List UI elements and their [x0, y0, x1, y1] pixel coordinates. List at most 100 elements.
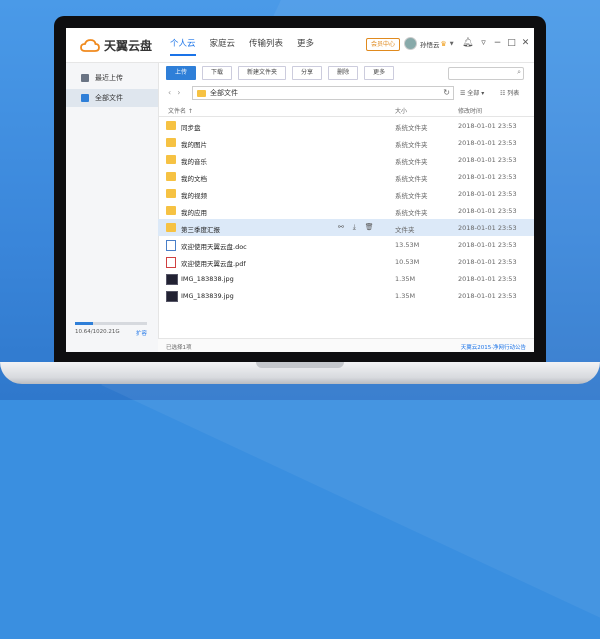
sidebar-item-label: 全部文件: [95, 94, 123, 102]
nav-personal-cloud[interactable]: 个人云: [170, 37, 196, 56]
file-size: 系统文件夹: [395, 209, 428, 217]
sidebar-item-recent-uploads[interactable]: 最近上传: [66, 69, 158, 87]
minimize-icon[interactable]: −: [492, 38, 503, 49]
file-name: IMG_183838.jpg: [181, 275, 234, 283]
column-size[interactable]: 大小: [395, 106, 407, 115]
maximize-icon[interactable]: □: [506, 38, 517, 49]
sidebar: 最近上传 全部文件 10.64/1020.21G 扩容: [66, 63, 159, 352]
file-row[interactable]: 我的图片 系统文件夹 2018-01-01 23:53: [158, 134, 534, 151]
file-date: 2018-01-01 23:53: [458, 258, 517, 266]
share-button[interactable]: 分享: [292, 66, 323, 80]
file-name: 我的应用: [181, 209, 207, 217]
file-size: 13.53M: [395, 241, 420, 249]
upload-button[interactable]: 上传: [166, 66, 197, 80]
sync-folder-icon: [166, 121, 176, 130]
nav-family-cloud[interactable]: 家庭云: [210, 37, 236, 56]
file-name: 第三季度汇报: [181, 226, 220, 234]
file-date: 2018-01-01 23:53: [458, 190, 517, 198]
file-size: 系统文件夹: [395, 158, 428, 166]
announcement-link[interactable]: 天翼云2015·净网行动公告: [461, 343, 526, 351]
breadcrumb[interactable]: 全部文件 ↻: [192, 86, 454, 100]
quota-text: 10.64/1020.21G: [75, 329, 120, 335]
file-row[interactable]: 同步盘 系统文件夹 2018-01-01 23:53: [158, 117, 534, 134]
file-row[interactable]: 我的音乐 系统文件夹 2018-01-01 23:53: [158, 151, 534, 168]
file-size: 系统文件夹: [395, 192, 428, 200]
sidebar-item-all-files[interactable]: 全部文件: [66, 89, 158, 107]
pdf-file-icon: [166, 257, 176, 268]
file-name: 我的视频: [181, 192, 207, 200]
row-actions: ⚯ ⤓ 🗑︎: [338, 223, 374, 232]
file-row[interactable]: IMG_183839.jpg 1.35M 2018-01-01 23:53: [158, 287, 534, 304]
bell-icon[interactable]: 🔔︎: [462, 38, 473, 49]
download-button[interactable]: 下载: [202, 66, 233, 80]
file-row[interactable]: 我的视频 系统文件夹 2018-01-01 23:53: [158, 185, 534, 202]
laptop-notch: [256, 362, 344, 368]
file-date: 2018-01-01 23:53: [458, 122, 517, 130]
file-size: 文件夹: [395, 226, 415, 234]
app-window: 天翼云盘 个人云 家庭云 传输列表 更多 会员中心 孙悟云 ♛ ▼ 🔔︎ ▿ −…: [66, 28, 534, 352]
file-row[interactable]: 我的文档 系统文件夹 2018-01-01 23:53: [158, 168, 534, 185]
folder-icon: [166, 138, 176, 147]
file-row[interactable]: 我的应用 系统文件夹 2018-01-01 23:53: [158, 202, 534, 219]
cloud-logo-icon: [80, 38, 100, 52]
file-name: 我的图片: [181, 141, 207, 149]
column-date[interactable]: 修改时间: [458, 106, 482, 115]
status-bar: 已选择1项 天翼云2015·净网行动公告: [158, 338, 534, 352]
skin-icon[interactable]: ▿: [478, 38, 489, 49]
trash-icon[interactable]: 🗑︎: [365, 223, 374, 231]
close-icon[interactable]: ✕: [520, 38, 531, 49]
expand-storage-link[interactable]: 扩容: [136, 329, 147, 337]
delete-button[interactable]: 删除: [328, 66, 359, 80]
file-date: 2018-01-01 23:53: [458, 173, 517, 181]
back-forward-arrows[interactable]: ‹›: [168, 88, 186, 97]
doc-file-icon: [166, 240, 176, 251]
file-date: 2018-01-01 23:53: [458, 139, 517, 147]
view-toggle[interactable]: ☷ 列表: [500, 88, 519, 97]
app-logo-text: 天翼云盘: [104, 39, 153, 53]
file-size: 10.53M: [395, 258, 420, 266]
file-size: 系统文件夹: [395, 175, 428, 183]
crown-icon: ♛: [440, 39, 447, 48]
current-path: 全部文件: [210, 89, 238, 97]
file-date: 2018-01-01 23:53: [458, 292, 517, 300]
new-folder-button[interactable]: 新建文件夹: [238, 66, 287, 80]
title-bar: 天翼云盘 个人云 家庭云 传输列表 更多 会员中心 孙悟云 ♛ ▼ 🔔︎ ▿ −…: [66, 28, 534, 63]
folder-icon: [197, 89, 206, 97]
download-icon[interactable]: ⤓: [353, 223, 356, 231]
file-size: 系统文件夹: [395, 124, 428, 132]
image-file-icon: [166, 291, 178, 302]
main-nav: 个人云 家庭云 传输列表 更多: [170, 37, 328, 56]
search-icon: ⌕: [517, 68, 521, 76]
file-date: 2018-01-01 23:53: [458, 224, 517, 232]
user-menu[interactable]: 孙悟云 ♛ ▼: [404, 37, 454, 50]
nav-transfer-list[interactable]: 传输列表: [249, 37, 283, 56]
view-label: 列表: [507, 90, 520, 97]
folder-icon: [166, 189, 176, 198]
file-size: 1.35M: [395, 292, 416, 300]
quota-fill: [75, 322, 93, 325]
folder-icon: [166, 172, 176, 181]
file-row[interactable]: 欢迎使用天翼云盘.doc 13.53M 2018-01-01 23:53: [158, 236, 534, 253]
file-row[interactable]: 欢迎使用天翼云盘.pdf 10.53M 2018-01-01 23:53: [158, 253, 534, 270]
file-name: IMG_183839.jpg: [181, 292, 234, 300]
all-files-icon: [81, 94, 89, 102]
file-date: 2018-01-01 23:53: [458, 241, 517, 249]
file-name: 我的文档: [181, 175, 207, 183]
file-row-selected[interactable]: 第三季度汇报 ⚯ ⤓ 🗑︎ 文件夹 2018-01-01 23:53: [158, 219, 534, 236]
search-input[interactable]: ⌕: [448, 67, 524, 80]
file-row[interactable]: IMG_183838.jpg 1.35M 2018-01-01 23:53: [158, 270, 534, 287]
member-center-button[interactable]: 会员中心: [366, 38, 401, 51]
column-name[interactable]: 文件名 ↑: [168, 106, 193, 115]
filter-dropdown[interactable]: ☰ 全部 ▾: [460, 88, 484, 97]
file-date: 2018-01-01 23:53: [458, 156, 517, 164]
file-size: 1.35M: [395, 275, 416, 283]
share-icon[interactable]: ⚯: [338, 223, 344, 231]
nav-more[interactable]: 更多: [297, 37, 314, 56]
recent-upload-icon: [81, 74, 89, 82]
quota-bar: [75, 322, 147, 325]
sidebar-item-label: 最近上传: [95, 74, 123, 82]
more-button[interactable]: 更多: [364, 66, 395, 80]
folder-icon: [166, 155, 176, 164]
selection-status: 已选择1项: [166, 345, 192, 351]
refresh-icon[interactable]: ↻: [443, 88, 450, 97]
